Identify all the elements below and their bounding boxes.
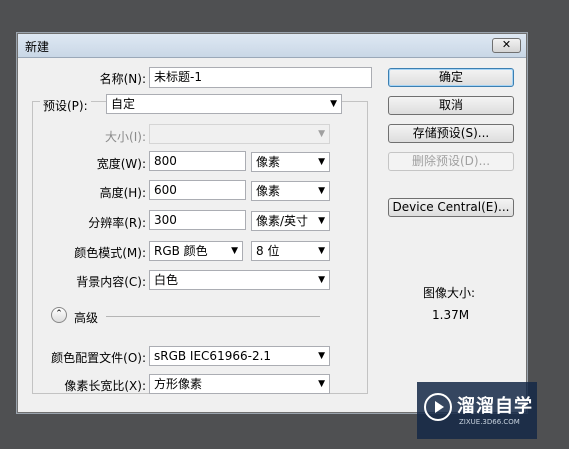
save-preset-button[interactable]: 存储预设(S)... [388, 124, 514, 143]
pixel-aspect-select[interactable]: 方形像素 ▼ [149, 374, 330, 394]
preset-select[interactable]: 自定 ▼ [106, 94, 342, 114]
width-label: 宽度(W): [96, 157, 146, 171]
advanced-label: 高级 [74, 311, 99, 325]
chevron-down-icon: ▼ [318, 157, 325, 167]
color-profile-select[interactable]: sRGB IEC61966-2.1 ▼ [149, 346, 330, 366]
resolution-unit-select[interactable]: 像素/英寸 ▼ [251, 211, 330, 231]
height-unit-value: 像素 [256, 184, 281, 198]
height-label: 高度(H): [99, 186, 146, 200]
pixel-aspect-value: 方形像素 [154, 377, 203, 391]
close-button[interactable]: ✕ [492, 38, 521, 53]
advanced-toggle-button[interactable]: ⌃ [51, 307, 67, 323]
watermark-url: ZIXUE.3D66.COM [459, 418, 520, 426]
chevron-down-icon: ▼ [318, 216, 325, 226]
watermark-brand: 溜溜自学 [457, 396, 533, 417]
cancel-button[interactable]: 取消 [388, 96, 514, 115]
title-bar[interactable]: 新建 ✕ [18, 34, 526, 58]
color-profile-label: 颜色配置文件(O): [51, 351, 146, 365]
color-mode-value: RGB 颜色 [154, 244, 208, 258]
pixel-aspect-label: 像素长宽比(X): [64, 379, 146, 393]
background-value: 白色 [154, 273, 179, 287]
bit-depth-select[interactable]: 8 位 ▼ [251, 241, 330, 261]
preset-label: 预设(P): [40, 97, 91, 114]
chevron-down-icon: ▼ [330, 99, 337, 109]
width-unit-select[interactable]: 像素 ▼ [251, 152, 330, 172]
color-mode-select[interactable]: RGB 颜色 ▼ [149, 241, 243, 261]
new-document-dialog: 新建 ✕ 名称(N): 未标题-1 预设(P): 自定 ▼ 大小(I): ▼ 宽… [17, 33, 527, 413]
width-input[interactable]: 800 [149, 151, 246, 171]
chevron-down-icon: ▼ [318, 129, 325, 139]
close-icon: ✕ [501, 38, 512, 51]
background-label: 背景内容(C): [76, 275, 146, 289]
width-unit-value: 像素 [256, 155, 281, 169]
chevron-down-icon: ▼ [318, 351, 325, 361]
resolution-input[interactable]: 300 [149, 210, 246, 230]
chevron-down-icon: ▼ [318, 186, 325, 196]
name-label: 名称(N): [99, 72, 146, 86]
size-select: ▼ [149, 124, 330, 144]
advanced-divider [106, 316, 320, 317]
chevron-down-icon: ▼ [318, 379, 325, 389]
resolution-unit-value: 像素/英寸 [256, 214, 309, 228]
ok-button[interactable]: 确定 [388, 68, 514, 87]
play-logo-icon [424, 393, 452, 421]
image-size-label: 图像大小: [423, 286, 476, 300]
bit-depth-value: 8 位 [256, 244, 280, 258]
device-central-button[interactable]: Device Central(E)... [388, 198, 514, 217]
chevron-down-icon: ▼ [318, 246, 325, 256]
name-input[interactable]: 未标题-1 [149, 67, 372, 88]
delete-preset-button: 删除预设(D)... [388, 152, 514, 171]
resolution-label: 分辨率(R): [88, 216, 146, 230]
height-unit-select[interactable]: 像素 ▼ [251, 181, 330, 201]
background-select[interactable]: 白色 ▼ [149, 270, 330, 290]
height-input[interactable]: 600 [149, 180, 246, 200]
image-size-value: 1.37M [432, 308, 470, 322]
size-label: 大小(I): [105, 130, 146, 144]
chevron-up-icon: ⌃ [55, 309, 63, 319]
chevron-down-icon: ▼ [318, 275, 325, 285]
color-mode-label: 颜色模式(M): [74, 246, 146, 260]
preset-value: 自定 [111, 97, 136, 111]
dialog-title: 新建 [25, 40, 50, 54]
chevron-down-icon: ▼ [231, 246, 238, 256]
watermark: 溜溜自学 ZIXUE.3D66.COM [417, 382, 537, 439]
color-profile-value: sRGB IEC61966-2.1 [154, 349, 272, 363]
